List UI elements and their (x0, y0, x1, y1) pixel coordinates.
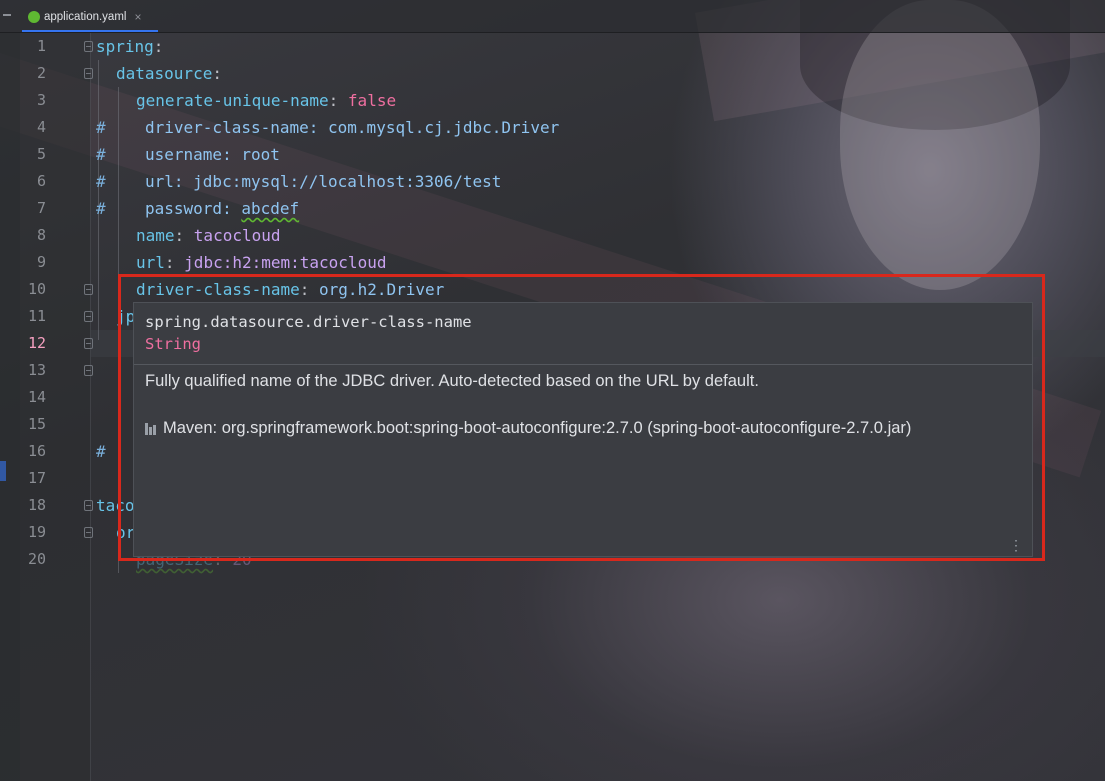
comment-value: abcdef (241, 199, 300, 218)
yaml-colon: : (212, 64, 222, 83)
yaml-value: false (347, 91, 397, 110)
line-number: 10 (27, 280, 46, 298)
code-line-8[interactable]: name: tacocloud (136, 222, 281, 249)
tab-application-yaml[interactable]: application.yaml × (22, 4, 158, 32)
comment-key: password: (145, 199, 242, 218)
gutter-divider (90, 33, 91, 781)
fold-marker-icon[interactable] (84, 365, 93, 376)
line-number: 7 (36, 199, 46, 217)
yaml-value: jdbc:h2:mem:tacocloud (184, 253, 387, 272)
yaml-key: url (136, 253, 165, 272)
line-number: 17 (27, 469, 46, 487)
fold-marker-icon[interactable] (84, 68, 93, 79)
code-line-4[interactable]: # (96, 114, 106, 141)
yaml-colon: : (153, 37, 164, 56)
line-number: 3 (36, 91, 46, 109)
line-number: 6 (36, 172, 46, 190)
comment-hash: # (96, 172, 106, 191)
code-line-3[interactable]: generate-unique-name: false (136, 87, 396, 114)
line-number: 20 (27, 550, 46, 568)
yaml-value: tacocloud (193, 226, 281, 245)
close-icon[interactable]: × (134, 10, 141, 24)
code-line-5[interactable]: # (96, 141, 106, 168)
code-line-6[interactable]: # (96, 168, 106, 195)
comment-text: username: root (145, 145, 280, 164)
line-number: 16 (27, 442, 46, 460)
comment-hash: # (96, 199, 106, 218)
fold-marker-icon[interactable] (84, 41, 93, 52)
tab-label: application.yaml (44, 11, 127, 23)
code-line-7[interactable]: # (96, 195, 106, 222)
yaml-key: datasource (116, 64, 213, 83)
comment-hash: # (96, 145, 106, 164)
comment-hash: # (96, 442, 106, 461)
comment-text: url: jdbc:mysql://localhost:3306/test (145, 172, 502, 191)
line-number: 15 (27, 415, 46, 433)
yaml-colon: : (328, 91, 348, 110)
fold-marker-icon[interactable] (84, 284, 93, 295)
comment-text: password: abcdef (145, 195, 299, 222)
comment-text: driver-class-name: com.mysql.cj.jdbc.Dri… (145, 118, 560, 137)
line-number: 4 (36, 118, 46, 136)
code-line-1[interactable]: spring: (96, 33, 163, 60)
comment-hash: # (96, 118, 106, 137)
yaml-colon: : (164, 253, 185, 272)
code-line-9[interactable]: url: jdbc:h2:mem:tacocloud (136, 249, 386, 276)
line-number: 19 (27, 523, 46, 541)
indent-guide (118, 87, 119, 303)
editor-tab-bar: application.yaml × (0, 0, 1105, 33)
fold-marker-icon[interactable] (84, 527, 93, 538)
fold-marker-icon[interactable] (84, 311, 93, 322)
line-number: 14 (27, 388, 46, 406)
line-number: 13 (27, 361, 46, 379)
yaml-colon: : (174, 226, 194, 245)
line-number: 9 (36, 253, 46, 271)
tab-menu-icon[interactable] (3, 14, 11, 16)
code-line-16[interactable]: # (96, 438, 106, 465)
line-number: 18 (27, 496, 46, 514)
line-number: 2 (36, 64, 46, 82)
line-number: 8 (36, 226, 46, 244)
fold-marker-icon[interactable] (84, 338, 93, 349)
tool-window-strip (0, 33, 20, 781)
line-number: 1 (36, 37, 46, 55)
line-number-current: 12 (27, 334, 46, 352)
line-number: 11 (27, 307, 46, 325)
sidebar-marker (0, 461, 6, 481)
yaml-key: name (136, 226, 175, 245)
fold-marker-icon[interactable] (84, 500, 93, 511)
yaml-key: spring (96, 37, 154, 56)
code-line-2[interactable]: datasource: (116, 60, 222, 87)
annotation-box (118, 274, 1045, 561)
yaml-key: generate-unique-name (136, 91, 329, 110)
spring-file-icon (28, 11, 40, 23)
line-number: 5 (36, 145, 46, 163)
wallpaper-figure (840, 0, 1040, 290)
